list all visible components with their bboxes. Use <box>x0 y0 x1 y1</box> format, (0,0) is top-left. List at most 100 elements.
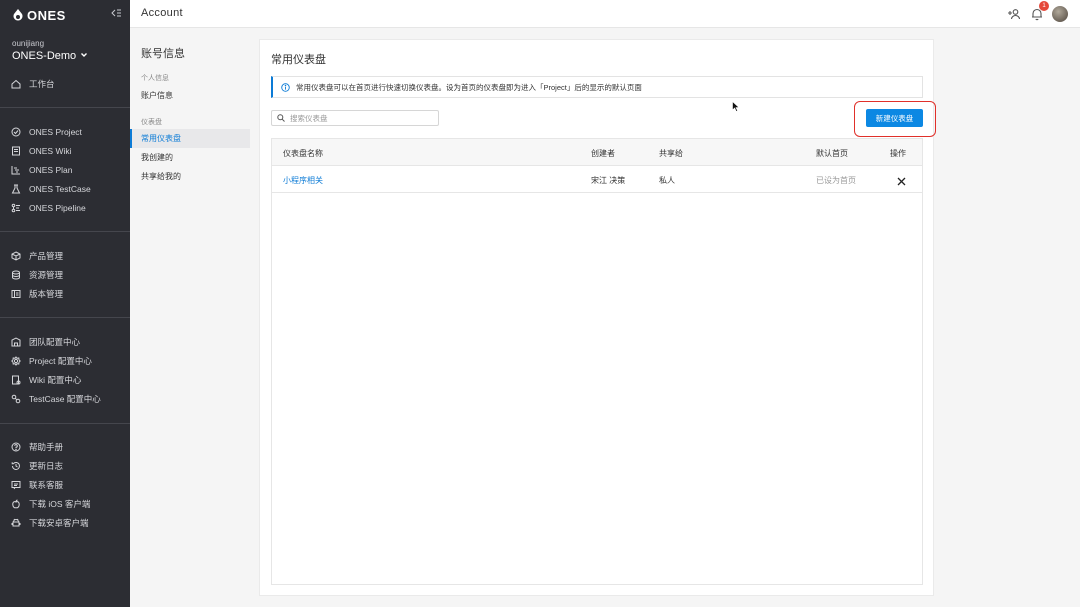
account-subnav: 账号信息 个人信息 账户信息 仪表盘 常用仪表盘 我创建的 共享给我的 <box>130 28 250 607</box>
column-header-actions: 操作 <box>890 149 906 158</box>
sidebar-divider <box>0 423 130 424</box>
sidebar-item-label: ONES Plan <box>29 165 73 175</box>
search-input[interactable] <box>290 113 430 123</box>
sidebar-item-contact[interactable]: 联系客服 <box>0 476 130 494</box>
sidebar-item-team-config[interactable]: 团队配置中心 <box>0 333 130 351</box>
project-icon <box>11 127 21 137</box>
sidebar-item-label: ONES Project <box>29 127 82 137</box>
table-header: 仪表盘名称 创建者 共享给 默认首页 操作 <box>272 139 922 166</box>
sidebar-item-project-config[interactable]: Project 配置中心 <box>0 352 130 370</box>
page-title: Account <box>141 7 183 19</box>
version-icon <box>11 289 21 299</box>
sidebar-item-wiki-config[interactable]: Wiki 配置中心 <box>0 371 130 389</box>
sidebar-item-label: 更新日志 <box>29 461 64 471</box>
add-member-icon[interactable] <box>1007 7 1021 21</box>
product-icon <box>11 251 21 261</box>
sidebar: ONES ounijiang ONES-Demo 工作台 ONES Projec… <box>0 0 130 607</box>
search-icon <box>277 114 285 122</box>
sidebar-item-resource[interactable]: 资源管理 <box>0 266 130 284</box>
logo-text: ONES <box>27 7 66 23</box>
org-switcher[interactable]: ONES-Demo <box>12 50 88 62</box>
mouse-cursor-icon <box>732 100 740 112</box>
subnav-title: 账号信息 <box>141 48 185 60</box>
new-dashboard-button[interactable]: 新建仪表盘 <box>866 109 923 127</box>
settings-icon <box>11 356 21 366</box>
info-icon <box>281 82 290 92</box>
sidebar-item-testcase-config[interactable]: TestCase 配置中心 <box>0 390 130 408</box>
sidebar-item-ones-project[interactable]: ONES Project <box>0 123 130 141</box>
avatar[interactable] <box>1052 6 1068 22</box>
notification-badge: 1 <box>1039 1 1049 11</box>
sidebar-item-label: 下载安卓客户端 <box>29 518 89 528</box>
user-name: ounijiang <box>12 39 45 48</box>
dashboard-shared: 私人 <box>659 176 675 185</box>
top-bar: Account 1 <box>130 0 1080 28</box>
pipeline-icon <box>11 203 21 213</box>
sidebar-item-label: 资源管理 <box>29 270 64 280</box>
message-icon <box>11 480 21 490</box>
testcase-config-icon <box>11 394 21 404</box>
home-icon <box>11 79 21 89</box>
sidebar-item-label: 帮助手册 <box>29 442 64 452</box>
sidebar-item-label: TestCase 配置中心 <box>29 394 101 404</box>
column-header-name: 仪表盘名称 <box>283 149 323 158</box>
history-icon <box>11 461 21 471</box>
sidebar-item-workbench[interactable]: 工作台 <box>0 75 130 93</box>
wiki-icon <box>11 146 21 156</box>
sidebar-item-label: Wiki 配置中心 <box>29 375 82 385</box>
collapse-sidebar-icon[interactable] <box>110 7 122 19</box>
sidebar-item-label: ONES Wiki <box>29 146 72 156</box>
sidebar-divider <box>0 107 130 108</box>
sidebar-item-product[interactable]: 产品管理 <box>0 247 130 265</box>
plan-icon <box>11 165 21 175</box>
subnav-item-created-by-me[interactable]: 我创建的 <box>130 148 250 167</box>
sidebar-item-label: 下载 iOS 客户端 <box>29 499 91 509</box>
sidebar-item-ones-pipeline[interactable]: ONES Pipeline <box>0 199 130 217</box>
sidebar-item-label: 版本管理 <box>29 289 64 299</box>
column-header-creator: 创建者 <box>591 149 615 158</box>
subnav-group-personal: 个人信息 <box>141 75 169 82</box>
table-row: 小程序相关 宋江 决策 私人 已设为首页 <box>272 166 922 193</box>
dashboard-table: 仪表盘名称 创建者 共享给 默认首页 操作 小程序相关 宋江 决策 私人 已设为… <box>271 138 923 585</box>
sidebar-item-help[interactable]: 帮助手册 <box>0 438 130 456</box>
search-box[interactable] <box>271 110 439 126</box>
android-icon <box>11 518 21 528</box>
sidebar-item-label: 工作台 <box>29 79 55 89</box>
team-config-icon <box>11 337 21 347</box>
sidebar-item-label: 联系客服 <box>29 480 64 490</box>
sidebar-item-label: ONES TestCase <box>29 184 91 194</box>
sidebar-item-ones-plan[interactable]: ONES Plan <box>0 161 130 179</box>
sidebar-item-ones-wiki[interactable]: ONES Wiki <box>0 142 130 160</box>
sidebar-item-label: 团队配置中心 <box>29 337 81 347</box>
sidebar-item-download-android[interactable]: 下载安卓客户端 <box>0 514 130 532</box>
sidebar-item-version[interactable]: 版本管理 <box>0 285 130 303</box>
subnav-group-dashboard: 仪表盘 <box>141 119 162 126</box>
sidebar-divider <box>0 231 130 232</box>
ones-logo-icon <box>12 8 24 22</box>
column-header-shared: 共享给 <box>659 149 683 158</box>
subnav-item-shared-with-me[interactable]: 共享给我的 <box>130 167 250 186</box>
sidebar-item-download-ios[interactable]: 下载 iOS 客户端 <box>0 495 130 513</box>
resource-icon <box>11 270 21 280</box>
ones-logo[interactable]: ONES <box>12 6 66 24</box>
info-banner: 常用仪表盘可以在首页进行快速切换仪表盘。设为首页的仪表盘即为进入「Project… <box>271 76 923 98</box>
card-title: 常用仪表盘 <box>271 54 326 66</box>
sidebar-item-label: 产品管理 <box>29 251 64 261</box>
info-text: 常用仪表盘可以在首页进行快速切换仪表盘。设为首页的仪表盘即为进入「Project… <box>296 82 642 92</box>
help-icon <box>11 442 21 452</box>
close-icon[interactable] <box>897 175 906 186</box>
subnav-item-account-info[interactable]: 账户信息 <box>130 86 250 105</box>
sidebar-item-ones-testcase[interactable]: ONES TestCase <box>0 180 130 198</box>
testcase-icon <box>11 184 21 194</box>
org-name: ONES-Demo <box>12 50 77 62</box>
chevron-down-icon <box>80 51 88 61</box>
apple-icon <box>11 499 21 509</box>
sidebar-item-changelog[interactable]: 更新日志 <box>0 457 130 475</box>
sidebar-divider <box>0 317 130 318</box>
dashboard-default-status: 已设为首页 <box>816 176 856 185</box>
wiki-config-icon <box>11 375 21 385</box>
dashboard-card: 常用仪表盘 常用仪表盘可以在首页进行快速切换仪表盘。设为首页的仪表盘即为进入「P… <box>259 39 936 596</box>
dashboard-creator: 宋江 决策 <box>591 176 626 185</box>
dashboard-name-link[interactable]: 小程序相关 <box>283 175 323 186</box>
subnav-item-frequent-dashboards[interactable]: 常用仪表盘 <box>130 129 250 148</box>
